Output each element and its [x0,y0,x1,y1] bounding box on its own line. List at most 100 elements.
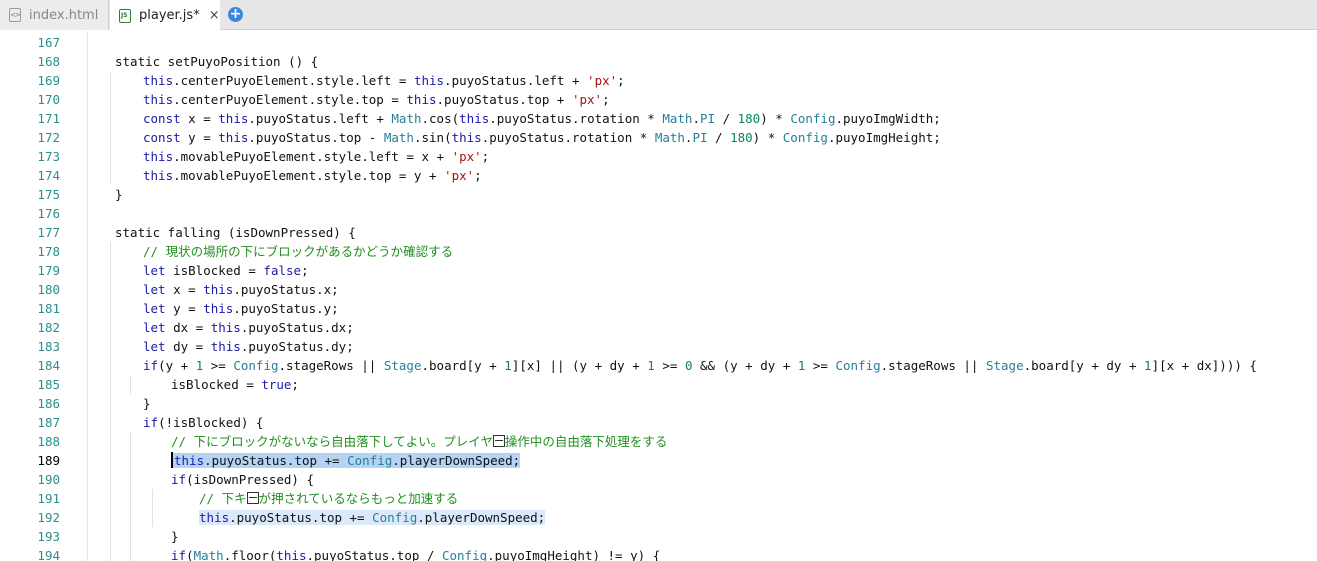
code-token: Math [654,130,685,145]
code-token: .floor( [223,548,277,561]
tab-label: player.js* [139,8,200,23]
code-token: .puyoStatus.rotation * [481,130,655,145]
code-token: && (y + dy + [692,358,798,373]
code-token: 1 [1144,358,1152,373]
code-token: this [218,111,249,126]
code-line[interactable]: static falling (isDownPressed) { [115,223,356,242]
code-token: Math [383,130,414,145]
new-tab-plus-icon[interactable]: + [228,7,243,22]
code-line[interactable]: let dx = this.puyoStatus.dx; [143,318,354,337]
code-token: 'px' [571,92,603,107]
indent-guide [130,432,131,561]
code-token: if [171,548,187,561]
code-token: this [413,73,445,88]
code-line[interactable]: let y = this.puyoStatus.y; [143,299,339,318]
js-file-icon [119,8,131,23]
code-token: } [115,187,123,202]
code-line[interactable]: let dy = this.puyoStatus.dy; [143,337,354,356]
code-token: Config [233,358,279,373]
html-file-icon [9,8,21,22]
code-token: .puyoStatus.top / [306,548,442,561]
code-line[interactable]: this.puyoStatus.top += Config.playerDown… [199,508,546,527]
code-token: Stage [383,358,422,373]
code-token: true [261,377,292,392]
code-token: .stageRows || [278,358,384,373]
code-token: .puyoStatus.left + [248,111,392,126]
code-line[interactable]: if(!isBlocked) { [143,413,263,432]
code-token: this [143,168,174,183]
code-token: if [171,472,187,487]
code-line[interactable]: this.movablePuyoElement.style.top = y + … [143,166,482,185]
code-line[interactable]: this.centerPuyoElement.style.left = this… [143,71,625,90]
code-line[interactable]: this.movablePuyoElement.style.left = x +… [143,147,489,166]
code-line[interactable]: // 下にブロックがないなら自由落下してよい。プレイヤ 操作中の自由落下処理をする [171,432,667,451]
code-line[interactable]: if(isDownPressed) { [171,470,314,489]
code-line[interactable]: let isBlocked = false; [143,261,309,280]
code-token: .puyoStatus.left + [444,73,588,88]
tab-index-html[interactable]: index.html [0,0,109,30]
code-token: x = [165,282,204,297]
code-line[interactable]: this.puyoStatus.top += Config.playerDown… [171,451,521,470]
code-token: 1 [647,358,655,373]
code-token: .puyoStatus.top + [436,92,572,107]
code-line[interactable]: static setPuyoPosition () { [115,52,318,71]
code-line[interactable]: isBlocked = true; [171,375,299,394]
code-token: .playerDownSpeed; [392,453,521,468]
code-token: .puyoStatus.dy; [240,339,354,354]
tab-player-js[interactable]: player.js* × [110,0,220,31]
code-token: .board[y + dy + [1023,358,1145,373]
code-token: } [143,396,151,411]
code-token: this [143,149,174,164]
indent-guide [110,71,111,185]
code-line[interactable]: let x = this.puyoStatus.x; [143,280,339,299]
code-line[interactable]: if(Math.floor(this.puyoStatus.top / Conf… [171,546,660,561]
code-token: PI [692,130,708,145]
code-token: .puyoStatus.y; [233,301,339,316]
code-token: ; [617,73,625,88]
code-token: >= [805,358,836,373]
code-token: ( [186,548,194,561]
code-line[interactable]: this.centerPuyoElement.style.top = this.… [143,90,610,109]
code-token: this [143,92,174,107]
code-token: / [707,130,731,145]
code-line[interactable]: if(y + 1 >= Config.stageRows || Stage.bo… [143,356,1257,375]
code-editor[interactable]: 167 168 169 170 171 172 173 174 175 176 177 178 179 1… [0,31,1317,561]
code-token: ][x] || (y + dy + [511,358,648,373]
code-line[interactable]: const x = this.puyoStatus.left + Math.co… [143,109,941,128]
code-token: (!isBlocked) { [158,415,264,430]
indent-guide [152,489,153,527]
code-token: 'px' [444,168,475,183]
code-token: this [210,339,241,354]
code-token: .sin( [413,130,452,145]
code-token: this [459,111,490,126]
code-area[interactable]: static setPuyoPosition () {this.centerPu… [0,31,1317,561]
code-token: this [143,73,174,88]
code-token: が押されているならもっと加速する [258,491,459,506]
code-token: ; [301,263,309,278]
code-token: PI [699,111,716,126]
close-tab-icon[interactable]: × [209,8,220,23]
code-line[interactable]: } [143,394,151,413]
code-token: 'px' [451,149,482,164]
code-token: // 下にブロックがないなら自由落下してよい。プレイヤ [171,434,493,449]
code-token: dy = [165,339,211,354]
code-token: ; [481,149,490,164]
code-token: // 現状の場所の下にブロックがあるかどうか確認する [143,244,454,259]
code-token: ) * [752,130,783,145]
code-token: .puyoStatus.x; [233,282,339,297]
code-token: false [263,263,302,278]
code-token: .puyoImgWidth; [835,111,941,126]
code-token: ; [602,92,610,107]
code-token: dx = [165,320,211,335]
code-line[interactable]: // 現状の場所の下にブロックがあるかどうか確認する [143,242,453,261]
code-token: Config [790,111,836,126]
code-line[interactable]: } [115,185,123,204]
code-line[interactable]: const y = this.puyoStatus.top - Math.sin… [143,128,941,147]
code-line[interactable]: // 下キ が押されているならもっと加速する [199,489,458,508]
code-token: >= [203,358,234,373]
code-token: this [203,301,234,316]
code-token: Stage [985,358,1024,373]
code-token: y = [180,130,219,145]
code-line[interactable]: } [171,527,179,546]
code-token: Math [193,548,224,561]
